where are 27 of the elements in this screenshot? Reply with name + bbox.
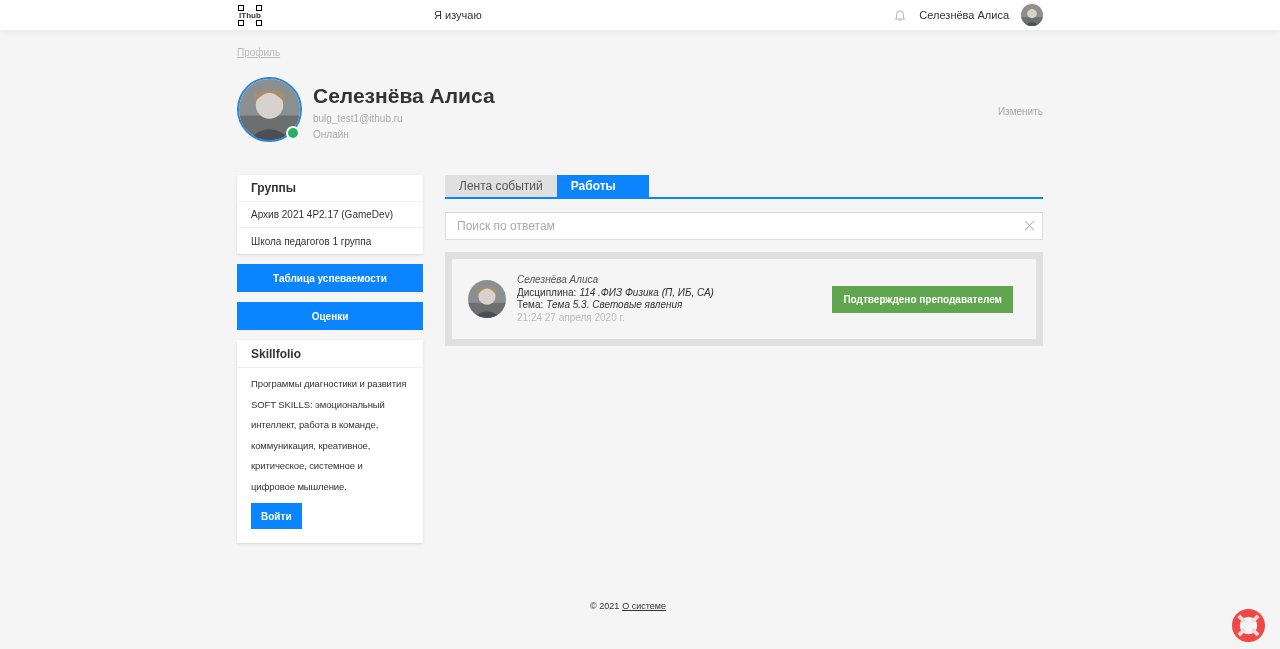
logo[interactable]: IThub bbox=[237, 4, 263, 26]
discipline-value: 114 .ФИЗ Физика (П, ИБ, СА) bbox=[579, 286, 714, 299]
topic-value: Тема 5.3. Световые явления bbox=[546, 299, 683, 312]
close-icon[interactable] bbox=[1024, 220, 1035, 231]
copyright-text: © 2021 bbox=[590, 600, 620, 613]
profile-name: Селезнёва Алиса bbox=[313, 83, 495, 109]
work-author: Селезнёва Алиса bbox=[517, 274, 600, 287]
profile-email: bulg_test1@ithub.ru bbox=[313, 112, 404, 126]
user-name[interactable]: Селезнёва Алиса bbox=[919, 6, 1009, 24]
discipline-label: Дисциплина: bbox=[517, 286, 577, 299]
bell-icon[interactable] bbox=[893, 8, 908, 22]
lifebuoy-icon[interactable] bbox=[1231, 608, 1266, 643]
skillfolio-description: Программы диагностики и развития SOFT SKILLS: эмоциональный интеллект, работа в команде, коммуникация, креативное, критическое, системное и цифровое мышление. bbox=[250, 377, 408, 494]
search-field[interactable]: Поиск по ответам bbox=[445, 212, 1043, 240]
about-link[interactable]: О системе bbox=[622, 600, 666, 614]
login-button[interactable]: Войти bbox=[251, 503, 302, 529]
tab[interactable]: Лента событий bbox=[445, 175, 557, 197]
card-title: Skillfolio bbox=[237, 340, 423, 368]
group-item[interactable]: Школа педагогов 1 группа bbox=[237, 228, 423, 254]
profile-status: Онлайн bbox=[313, 128, 350, 142]
group-item[interactable]: Архив 2021 4Р2.17 (GameDev) bbox=[237, 202, 423, 228]
menu-button[interactable]: Таблица успеваемости bbox=[237, 264, 423, 292]
card-title: Группы bbox=[237, 175, 423, 202]
topic-label: Тема: bbox=[517, 299, 544, 312]
nav-link[interactable]: Я изучаю bbox=[434, 6, 482, 24]
tab[interactable]: Работы bbox=[556, 175, 649, 197]
menu-button[interactable]: Оценки bbox=[237, 302, 423, 330]
